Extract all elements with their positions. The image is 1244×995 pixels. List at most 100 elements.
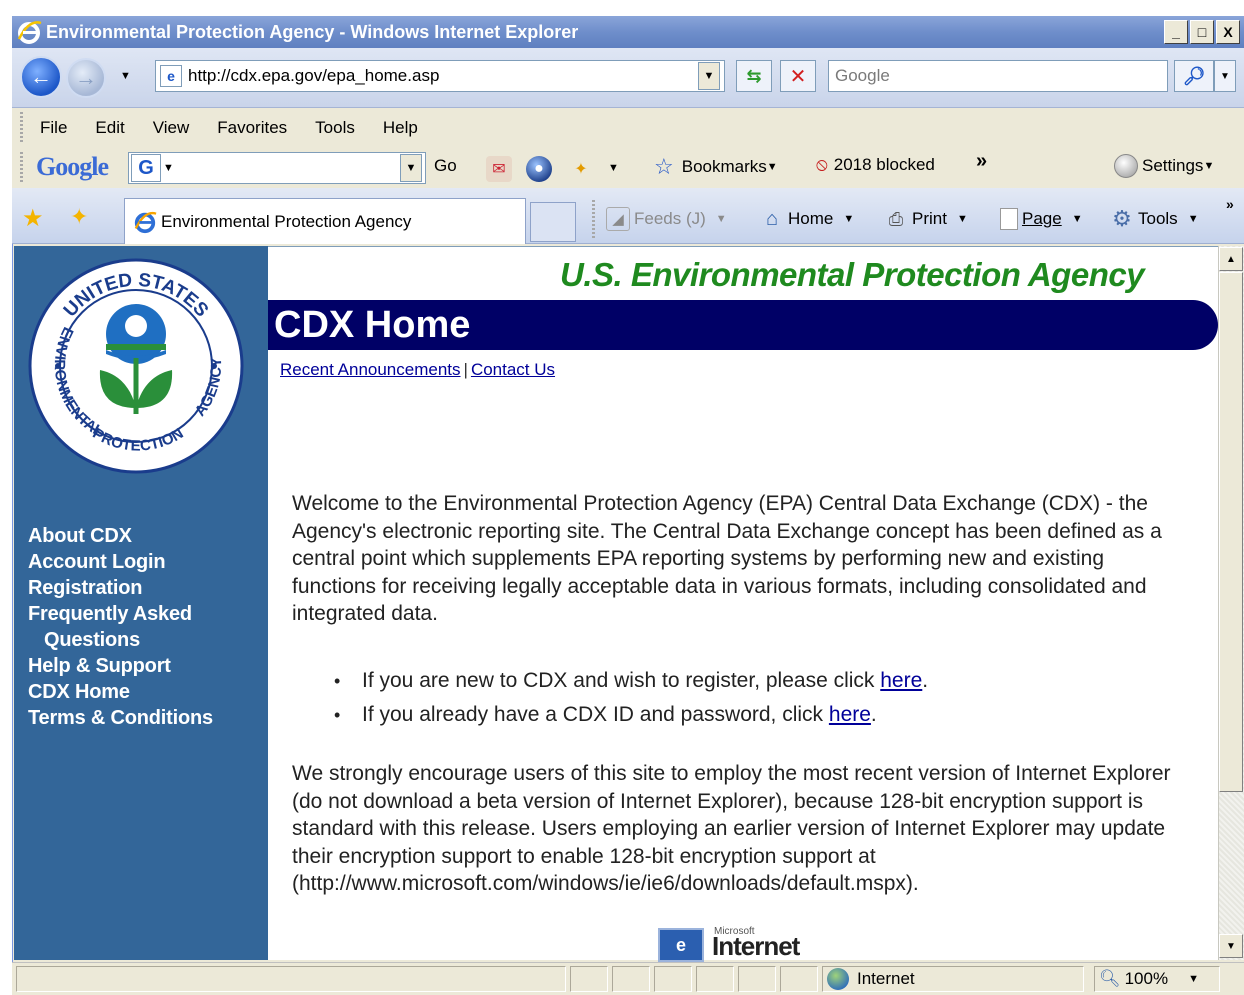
status-pane [570, 966, 608, 992]
register-here-link[interactable]: here [880, 669, 922, 692]
home-icon: ⌂ [765, 207, 779, 230]
google-g-icon[interactable]: G [131, 154, 161, 182]
menu-tools[interactable]: Tools [315, 118, 355, 138]
search-button[interactable]: 🔎︎ [1174, 60, 1214, 92]
scrollbar-thumb[interactable] [1219, 272, 1243, 792]
chevron-down-icon: ▼ [1071, 213, 1083, 225]
maximize-button[interactable]: □ [1190, 20, 1214, 44]
forward-arrow-icon: → [75, 65, 97, 90]
security-zone[interactable]: Internet [822, 966, 1084, 992]
agency-name-heading: U.S. Environmental Protection Agency [560, 256, 1145, 293]
toolbar-overflow-icon[interactable]: » [976, 150, 987, 173]
list-item-text: If you are new to CDX and wish to regist… [362, 669, 881, 692]
close-button[interactable]: X [1216, 20, 1240, 44]
list-item: If you are new to CDX and wish to regist… [334, 664, 1194, 698]
chevron-down-icon: ▼ [715, 213, 727, 225]
google-go-button[interactable]: Go [434, 156, 457, 176]
tab-environmental-protection-agency[interactable]: Environmental Protection Agency [124, 198, 526, 244]
sidebar-item-account-login[interactable]: Account Login [28, 549, 264, 575]
new-tab-button[interactable] [530, 202, 576, 242]
sidebar-item-about-cdx[interactable]: About CDX [28, 523, 264, 549]
recent-pages-dropdown[interactable]: ▼ [120, 70, 131, 82]
zone-label: Internet [857, 969, 915, 988]
home-label: Home [788, 209, 834, 228]
google-search-input[interactable]: G ▼ [128, 152, 426, 184]
bookmarks-button[interactable]: ☆ Bookmarks ▼ [654, 154, 778, 180]
list-item-end: . [870, 703, 877, 726]
search-input[interactable]: Google [828, 60, 1168, 92]
scroll-down-button[interactable]: ▼ [1219, 934, 1243, 958]
sidebar-item-registration[interactable]: Registration [28, 575, 264, 601]
home-button[interactable]: ⌂ Home ▼ [760, 204, 854, 234]
refresh-button[interactable]: ⇆ [736, 60, 772, 92]
print-button[interactable]: ⎙ Print ▼ [884, 204, 968, 234]
toolbar-grip[interactable] [20, 112, 23, 144]
action-list: If you are new to CDX and wish to regist… [334, 664, 1194, 732]
list-item: If you already have a CDX ID and passwor… [334, 698, 1194, 732]
menu-edit[interactable]: Edit [95, 118, 124, 138]
settings-button[interactable]: Settings ▼ [1114, 154, 1214, 178]
google-logo-text: Google [36, 152, 109, 181]
search-options-dropdown[interactable]: ▼ [1214, 60, 1236, 92]
google-g-dropdown-icon[interactable]: ▼ [163, 162, 174, 174]
sidebar-item-cdx-home[interactable]: CDX Home [28, 679, 264, 705]
menu-favorites[interactable]: Favorites [217, 118, 287, 138]
menu-view[interactable]: View [153, 118, 190, 138]
popup-blocker-button[interactable]: ⦸ 2018 blocked [816, 154, 935, 175]
chevron-down-icon: ▼ [1188, 973, 1199, 985]
scroll-up-button[interactable]: ▲ [1219, 247, 1243, 271]
feed-icon: ◢ [606, 207, 630, 231]
toolbar-grip[interactable] [20, 152, 23, 184]
tools-label: Tools [1138, 209, 1178, 228]
page-menu-button[interactable]: Page ▼ [1000, 204, 1083, 234]
page-title-banner: CDX Home [268, 300, 1218, 350]
chevron-down-icon: ▼ [843, 213, 855, 225]
tools-menu-button[interactable]: ⚙ Tools ▼ [1110, 204, 1198, 234]
page-title: CDX Home [274, 303, 471, 346]
login-here-link[interactable]: here [829, 703, 871, 726]
recent-announcements-link[interactable]: Recent Announcements [280, 360, 461, 379]
chevron-down-icon: ▼ [1203, 160, 1215, 172]
ie-page-icon [134, 211, 157, 233]
ie-badge-icon: e [658, 928, 704, 962]
ie-logo-icon [17, 21, 42, 44]
popup-blocked-icon: ⦸ [816, 154, 828, 174]
google-logo[interactable]: Google [36, 152, 109, 182]
address-bar[interactable]: e http://cdx.epa.gov/epa_home.asp [155, 60, 725, 92]
google-search-dropdown[interactable]: ▼ [400, 154, 422, 182]
menu-file[interactable]: File [40, 118, 67, 138]
sidebar-item-terms-conditions[interactable]: Terms & Conditions [28, 705, 264, 731]
add-favorites-icon[interactable]: ✦ [70, 204, 88, 230]
minimize-button[interactable]: _ [1164, 20, 1188, 44]
toolbar-grip[interactable] [592, 200, 595, 240]
back-button[interactable]: ← [20, 56, 62, 98]
menu-help[interactable]: Help [383, 118, 418, 138]
globe-icon [827, 968, 849, 990]
news-icon[interactable]: ✉ [486, 156, 512, 182]
forward-button[interactable]: → [66, 58, 106, 98]
zoom-label: 100% [1124, 969, 1169, 988]
command-overflow-icon[interactable]: » [1226, 196, 1234, 212]
puzzle-icon[interactable]: ✦ [568, 156, 594, 182]
stop-button[interactable]: ✕ [780, 60, 816, 92]
sidebar-item-faq-questions[interactable]: Questions [28, 627, 264, 653]
more-tools-dropdown[interactable]: ▼ [608, 162, 619, 174]
address-url[interactable]: http://cdx.epa.gov/epa_home.asp [188, 66, 439, 86]
search-icon: 🔎︎ [1182, 65, 1206, 86]
title-bar: Environmental Protection Agency - Window… [12, 16, 1244, 48]
sidebar-item-help-support[interactable]: Help & Support [28, 653, 264, 679]
favorites-center-icon[interactable]: ★ [22, 204, 44, 233]
contact-us-link[interactable]: Contact Us [471, 360, 555, 379]
address-dropdown-button[interactable]: ▼ [698, 62, 720, 90]
zoom-level-control[interactable]: 🔍︎ 100% ▼ [1094, 966, 1220, 992]
top-links: Recent Announcements | Contact Us [280, 360, 555, 380]
sidebar-item-faq[interactable]: Frequently Asked [28, 601, 264, 627]
feeds-label: Feeds (J) [634, 209, 706, 228]
status-pane [654, 966, 692, 992]
globe-icon[interactable]: ● [526, 156, 552, 182]
page-icon [1000, 208, 1018, 230]
feeds-button[interactable]: ◢ Feeds (J) ▼ [606, 204, 727, 234]
chevron-down-icon: ▼ [766, 161, 778, 173]
internet-explorer-logo[interactable]: e Microsoft Internet [658, 924, 838, 962]
encryption-paragraph: We strongly encourage users of this site… [292, 762, 1171, 895]
